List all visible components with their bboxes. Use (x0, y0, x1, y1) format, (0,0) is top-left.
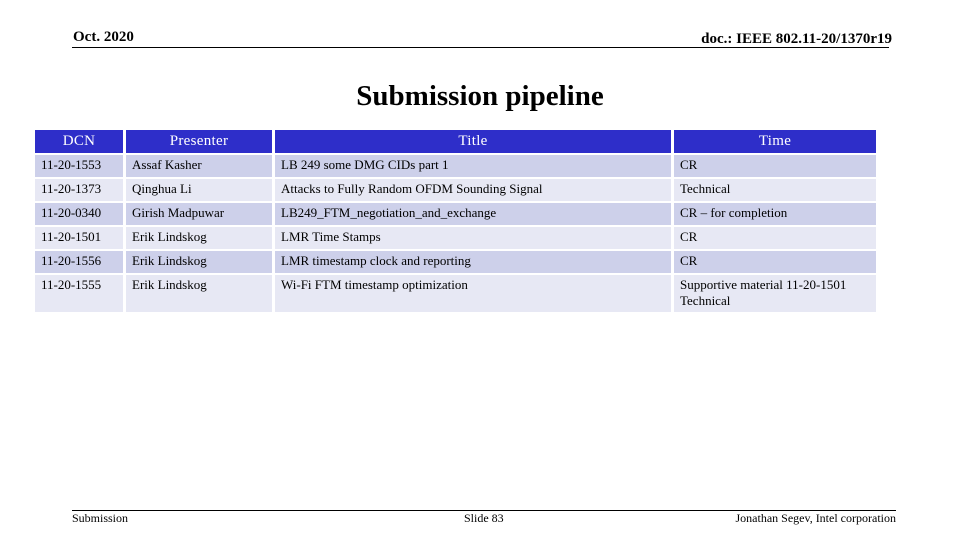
header-date: Oct. 2020 (73, 29, 134, 45)
column-header-presenter: Presenter (126, 130, 272, 153)
table-header-row: DCN Presenter Title Time (35, 130, 876, 153)
cell-time: CR (674, 227, 876, 249)
cell-presenter: Assaf Kasher (126, 155, 272, 177)
table-row: 11-20-0340 Girish Madpuwar LB249_FTM_neg… (35, 203, 876, 225)
cell-dcn: 11-20-1555 (35, 275, 123, 312)
cell-title: LMR timestamp clock and reporting (275, 251, 671, 273)
table-row: 11-20-1501 Erik Lindskog LMR Time Stamps… (35, 227, 876, 249)
cell-dcn: 11-20-1556 (35, 251, 123, 273)
table-row: 11-20-1373 Qinghua Li Attacks to Fully R… (35, 179, 876, 201)
cell-title: LB249_FTM_negotiation_and_exchange (275, 203, 671, 225)
footer-slide-number: Slide 83 (464, 511, 504, 525)
cell-dcn: 11-20-1501 (35, 227, 123, 249)
cell-title: LMR Time Stamps (275, 227, 671, 249)
table-row: 11-20-1553 Assaf Kasher LB 249 some DMG … (35, 155, 876, 177)
cell-dcn: 11-20-0340 (35, 203, 123, 225)
cell-dcn: 11-20-1553 (35, 155, 123, 177)
cell-time: CR (674, 155, 876, 177)
cell-presenter: Girish Madpuwar (126, 203, 272, 225)
slide-title: Submission pipeline (356, 80, 604, 112)
cell-title: LB 249 some DMG CIDs part 1 (275, 155, 671, 177)
table-row: 11-20-1555 Erik Lindskog Wi-Fi FTM times… (35, 275, 876, 312)
cell-title: Attacks to Fully Random OFDM Sounding Si… (275, 179, 671, 201)
column-header-dcn: DCN (35, 130, 123, 153)
cell-presenter: Erik Lindskog (126, 227, 272, 249)
submission-pipeline-table: DCN Presenter Title Time 11-20-1553 Assa… (32, 128, 879, 314)
cell-presenter: Qinghua Li (126, 179, 272, 201)
cell-time: Supportive material 11-20-1501 Technical (674, 275, 876, 312)
cell-time: CR (674, 251, 876, 273)
table-row: 11-20-1556 Erik Lindskog LMR timestamp c… (35, 251, 876, 273)
header-divider (72, 47, 889, 48)
cell-title: Wi-Fi FTM timestamp optimization (275, 275, 671, 312)
column-header-time: Time (674, 130, 876, 153)
cell-presenter: Erik Lindskog (126, 275, 272, 312)
header-doc-id: doc.: IEEE 802.11-20/1370r19 (701, 31, 892, 47)
cell-dcn: 11-20-1373 (35, 179, 123, 201)
cell-time: CR – for completion (674, 203, 876, 225)
cell-time: Technical (674, 179, 876, 201)
column-header-title: Title (275, 130, 671, 153)
footer-author: Jonathan Segev, Intel corporation (735, 511, 896, 525)
footer-submission: Submission (72, 511, 129, 525)
cell-presenter: Erik Lindskog (126, 251, 272, 273)
